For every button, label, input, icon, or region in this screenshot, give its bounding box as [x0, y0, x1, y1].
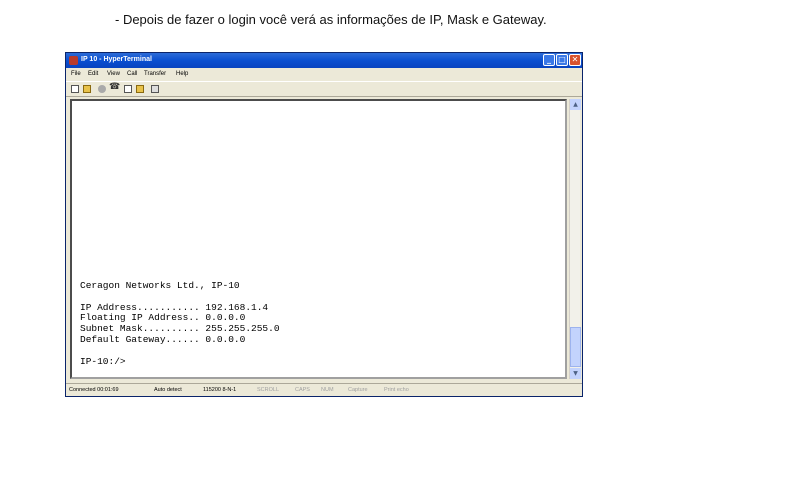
menu-file[interactable]: File	[71, 71, 81, 77]
status-capture: Capture	[348, 387, 368, 393]
close-button[interactable]: ✕	[569, 54, 581, 66]
status-num: NUM	[321, 387, 334, 393]
menu-view[interactable]: View	[107, 71, 120, 77]
vertical-scrollbar[interactable]: ▲ ▼	[569, 99, 581, 379]
caption-text: - Depois de fazer o login você verá as i…	[115, 12, 547, 27]
scroll-up-icon[interactable]: ▲	[570, 99, 581, 110]
status-detect: Auto detect	[154, 387, 182, 393]
status-connected: Connected 00:01:69	[69, 387, 119, 393]
terminal-line: Subnet Mask.......... 255.255.255.0	[80, 323, 280, 335]
status-settings: 115200 8-N-1	[203, 387, 237, 393]
menu-help[interactable]: Help	[176, 71, 188, 77]
terminal-area[interactable]: Ceragon Networks Ltd., IP-10 IP Address.…	[70, 99, 567, 379]
hyperterminal-icon	[69, 56, 78, 65]
status-caps: CAPS	[295, 387, 310, 393]
status-scroll: SCROLL	[257, 387, 280, 393]
status-print-echo: Print echo	[384, 387, 409, 393]
terminal-line: Floating IP Address.. 0.0.0.0	[80, 312, 246, 324]
terminal-prompt: IP-10:/>	[80, 355, 126, 367]
properties-icon[interactable]	[151, 85, 159, 93]
receive-icon[interactable]	[136, 85, 144, 93]
call-icon[interactable]: ☎	[109, 83, 120, 92]
toolbar: ☎	[66, 81, 582, 97]
disconnect-icon[interactable]	[98, 85, 106, 93]
menu-edit[interactable]: Edit	[88, 71, 98, 77]
maximize-button[interactable]: □	[556, 54, 568, 66]
terminal-line: Default Gateway...... 0.0.0.0	[80, 333, 246, 345]
terminal-output: Ceragon Networks Ltd., IP-10 IP Address.…	[80, 280, 280, 367]
menu-call[interactable]: Call	[127, 71, 137, 77]
hyperterminal-window: IP 10 - HyperTerminal _ □ ✕ File Edit Vi…	[65, 52, 583, 397]
menu-bar: File Edit View Call Transfer Help	[66, 69, 582, 80]
scroll-down-icon[interactable]: ▼	[570, 368, 581, 379]
new-icon[interactable]	[71, 85, 79, 93]
scroll-thumb[interactable]	[570, 327, 581, 367]
status-bar: Connected 00:01:69 Auto detect 115200 8-…	[66, 383, 582, 396]
window-title: IP 10 - HyperTerminal	[81, 56, 152, 63]
title-bar[interactable]: IP 10 - HyperTerminal _ □ ✕	[66, 53, 582, 68]
send-icon[interactable]	[124, 85, 132, 93]
minimize-button[interactable]: _	[543, 54, 555, 66]
terminal-line: IP Address........... 192.168.1.4	[80, 301, 269, 313]
open-icon[interactable]	[83, 85, 91, 93]
menu-transfer[interactable]: Transfer	[144, 71, 166, 77]
terminal-line: Ceragon Networks Ltd., IP-10	[80, 280, 240, 291]
